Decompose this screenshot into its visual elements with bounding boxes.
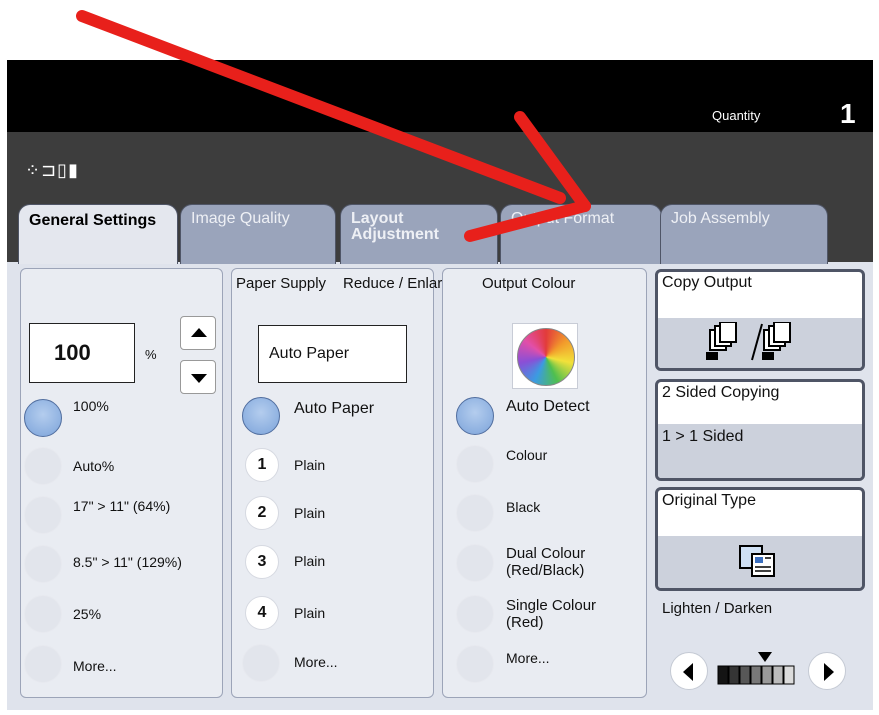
tray-4-label: Plain xyxy=(294,605,326,621)
scale-segment xyxy=(772,665,784,685)
two-sided-value: 1 > 1 Sided xyxy=(662,428,744,445)
tab-general-settings[interactable]: General Settings xyxy=(18,204,178,264)
radio-auto-paper[interactable] xyxy=(242,397,280,435)
option-more-paper: More... xyxy=(294,654,338,670)
original-type-icon xyxy=(739,545,775,577)
lighten-button[interactable] xyxy=(670,652,708,690)
option-25-percent: 25% xyxy=(73,606,102,622)
radio-dual-colour[interactable] xyxy=(456,544,494,582)
option-more-reduce: More... xyxy=(73,658,117,674)
tab-image-quality[interactable]: Image Quality xyxy=(180,204,336,264)
tray-3-label: Plain xyxy=(294,553,326,569)
scale-segment xyxy=(750,665,762,685)
scale-segment xyxy=(717,665,729,685)
quantity-label: Quantity xyxy=(712,108,761,123)
option-auto-paper: Auto Paper xyxy=(294,400,375,417)
darken-button[interactable] xyxy=(808,652,846,690)
tab-output-format[interactable]: Output Format xyxy=(500,204,662,264)
color-wheel-icon xyxy=(517,328,575,386)
paper-supply-value: Auto Paper xyxy=(269,345,350,362)
percent-unit: % xyxy=(145,347,157,362)
option-17-11: 17" > 11" (64%) xyxy=(73,498,171,514)
tab-layout-adjustment[interactable]: Layout Adjustment xyxy=(340,204,498,264)
paper-supply-value-box[interactable]: Auto Paper xyxy=(258,325,407,383)
copy-output-icon xyxy=(706,322,791,361)
tray-4-button[interactable]: 4 xyxy=(245,596,279,630)
color-wheel-tile xyxy=(512,323,578,389)
paper-supply-title: Paper Supply xyxy=(236,275,327,292)
copy-output-button[interactable]: Copy Output xyxy=(655,269,865,371)
radio-17-11[interactable] xyxy=(24,496,62,534)
original-type-title: Original Type xyxy=(662,492,756,509)
radio-auto-detect[interactable] xyxy=(456,397,494,435)
radio-black[interactable] xyxy=(456,494,494,532)
increase-button[interactable] xyxy=(180,316,216,350)
tray-2-button[interactable]: 2 xyxy=(245,496,279,530)
quantity-value[interactable]: 1 xyxy=(840,98,856,130)
scale-segment xyxy=(728,665,740,685)
lighten-darken-scale[interactable] xyxy=(716,650,798,690)
left-arrow-icon xyxy=(683,663,693,681)
tray-1-button[interactable]: 1 xyxy=(245,448,279,482)
reduce-enlarge-value-box[interactable]: 100 xyxy=(29,323,135,383)
option-black: Black xyxy=(506,499,541,515)
option-single-colour: Single Colour (Red) xyxy=(506,597,597,631)
tray-2-label: Plain xyxy=(294,505,326,521)
lighten-darken-label: Lighten / Darken xyxy=(662,600,773,617)
two-sided-title: 2 Sided Copying xyxy=(662,384,780,401)
two-sided-copying-button[interactable]: 2 Sided Copying 1 > 1 Sided xyxy=(655,379,865,481)
option-auto-percent: Auto% xyxy=(73,458,115,474)
scale-segment xyxy=(761,665,773,685)
reduce-enlarge-value: 100 xyxy=(54,340,91,365)
option-dual-colour: Dual Colour (Red/Black) xyxy=(506,545,586,579)
option-100-percent: 100% xyxy=(73,398,109,414)
tab-job-assembly[interactable]: Job Assembly xyxy=(660,204,828,264)
status-icon: ⁘⊐▯▮ xyxy=(25,160,79,181)
scale-pointer-icon xyxy=(758,652,772,662)
two-sided-value-area: 1 > 1 Sided xyxy=(658,424,862,478)
radio-25-percent[interactable] xyxy=(24,595,62,633)
option-auto-detect: Auto Detect xyxy=(506,398,590,415)
scale-segment xyxy=(739,665,751,685)
down-arrow-icon xyxy=(191,374,207,383)
radio-more-reduce[interactable] xyxy=(24,645,62,683)
decrease-button[interactable] xyxy=(180,360,216,394)
radio-100-percent[interactable] xyxy=(24,399,62,437)
up-arrow-icon xyxy=(191,328,207,337)
copy-output-title: Copy Output xyxy=(662,274,752,291)
scale-segment xyxy=(783,665,795,685)
copy-output-icon-area xyxy=(658,318,862,368)
original-type-button[interactable]: Original Type xyxy=(655,487,865,591)
option-more-colour: More... xyxy=(506,650,550,666)
option-85-11: 8.5" > 11" (129%) xyxy=(73,554,182,570)
radio-auto-percent[interactable] xyxy=(24,447,62,485)
original-type-icon-area xyxy=(658,536,862,588)
radio-more-paper[interactable] xyxy=(242,644,280,682)
tray-3-button[interactable]: 3 xyxy=(245,545,279,579)
radio-more-colour[interactable] xyxy=(456,645,494,683)
output-colour-title: Output Colour xyxy=(482,275,576,292)
radio-85-11[interactable] xyxy=(24,545,62,583)
radio-colour[interactable] xyxy=(456,445,494,483)
tray-1-label: Plain xyxy=(294,457,326,473)
radio-single-colour[interactable] xyxy=(456,595,494,633)
right-arrow-icon xyxy=(824,663,834,681)
option-colour: Colour xyxy=(506,447,548,463)
